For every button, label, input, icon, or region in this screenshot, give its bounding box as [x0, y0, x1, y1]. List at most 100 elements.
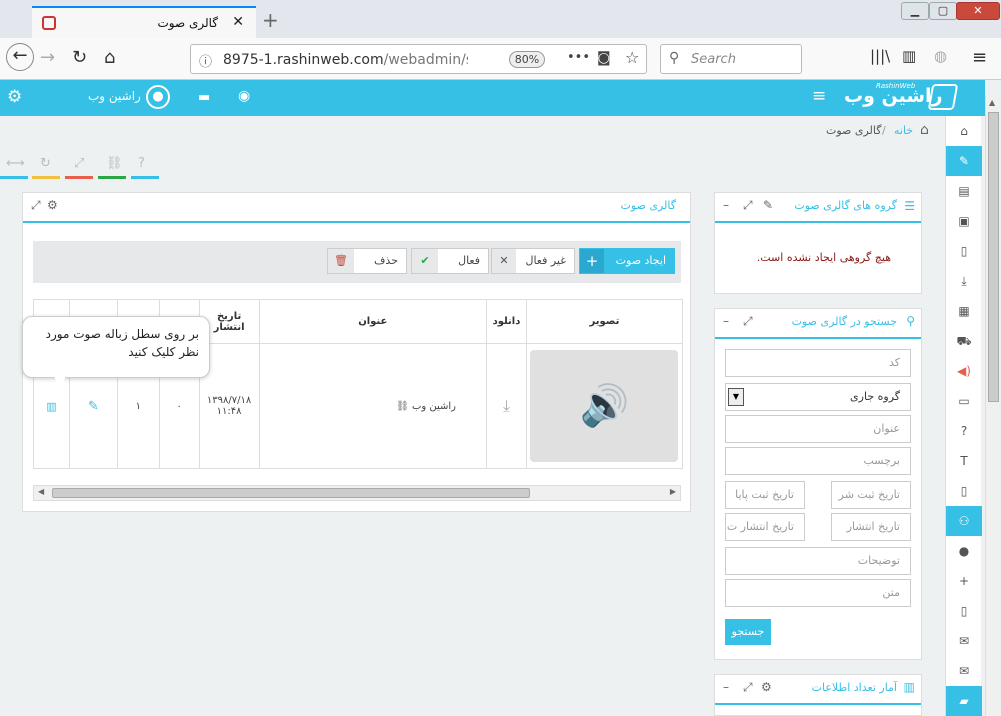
tab-underline-blue [0, 176, 28, 179]
window-close-button[interactable]: ✕ [956, 2, 1000, 20]
sidebar-text-icon[interactable]: T [946, 446, 982, 476]
publish-start-date-input[interactable]: تاریخ انتشار ش [831, 513, 911, 559]
breadcrumb-home-icon[interactable]: ⌂ [920, 122, 929, 138]
collapse-icon[interactable]: – [723, 314, 729, 328]
refresh-icon[interactable]: ↻ [40, 156, 51, 171]
user-avatar-icon[interactable]: ● [146, 85, 170, 109]
code-input[interactable]: کد [725, 349, 911, 377]
sidebar-icon[interactable]: ▥ [902, 47, 916, 65]
sidebar-home-icon[interactable]: ⌂ [946, 116, 982, 146]
expand-icon[interactable]: ⤢ [31, 198, 41, 213]
sidebar-users-icon[interactable]: ⚇ [946, 506, 982, 536]
scroll-up-icon: ▲ [989, 98, 996, 107]
back-icon[interactable]: ← [6, 43, 34, 71]
app-header: ⚙ راشین وب ● ▬ ◉ ≡ راشین وب RashinWeb [0, 80, 985, 116]
sidebar-file-icon[interactable]: ▯ [946, 236, 982, 266]
link-icon: ⛓ [396, 400, 409, 412]
horizontal-scrollbar[interactable]: ◀ ▶ [33, 485, 681, 501]
sidebar-chat-icon[interactable]: ✉ [946, 626, 982, 656]
sidebar-cart-icon[interactable]: ⛟ [946, 326, 982, 356]
info-icon[interactable]: ⓘ [199, 51, 212, 70]
panel-settings-icon[interactable]: ⚙ [761, 680, 772, 694]
scroll-left-icon: ◀ [38, 487, 45, 496]
expand-icon[interactable]: ⤢ [743, 314, 753, 329]
publish-end-date-input[interactable]: تاریخ انتشار ت [725, 513, 805, 541]
logo-subtext: RashinWeb [876, 82, 916, 90]
sidebar-folder-icon[interactable]: ▰ [946, 686, 982, 716]
sidebar-mobile-icon[interactable]: ▯ [946, 596, 982, 626]
user-name[interactable]: راشین وب [88, 89, 141, 103]
website-globe-icon[interactable]: ◉ [238, 88, 250, 104]
trash-icon[interactable]: ▥ [46, 400, 56, 413]
expand-icon[interactable]: ⤢ [743, 198, 753, 213]
pocket-icon[interactable]: ◙ [597, 50, 611, 66]
bookmark-star-icon[interactable]: ☆ [625, 48, 639, 67]
row-title[interactable]: راشین وب ⛓ [258, 343, 488, 469]
register-start-date-input[interactable]: تاریخ ثبت شر [831, 481, 911, 509]
zoom-level[interactable]: 80% [509, 51, 545, 68]
register-end-date-input[interactable]: تاریخ ثبت پایا [725, 481, 805, 509]
download-icon: ⤓ [502, 396, 511, 415]
edit-icon[interactable]: ✎ [763, 198, 773, 212]
page-scrollbar[interactable]: ▲ [985, 96, 1001, 716]
page-actions-icon[interactable]: ••• [567, 50, 590, 65]
edit-pencil-icon[interactable]: ✎ [88, 399, 99, 414]
globe-icon[interactable]: ◍ [934, 47, 947, 65]
sidebar-monitor-icon[interactable]: ▭ [946, 386, 982, 416]
group-select[interactable]: گروه جاری ▼ [725, 383, 911, 411]
browser-search-bar[interactable]: ⚲ Search [660, 44, 802, 74]
row-download[interactable]: ⤓ [486, 343, 527, 469]
search-button[interactable]: جستجو [725, 619, 771, 645]
sidebar-download-icon[interactable]: ⤓ [946, 266, 982, 296]
sidebar-add-user-icon[interactable]: + [946, 566, 982, 596]
hamburger-menu-icon[interactable]: ≡ [812, 86, 826, 106]
sidebar-film-icon[interactable]: ▦ [946, 296, 982, 326]
settings-gear-icon[interactable]: ⚙ [7, 87, 22, 107]
sidebar-image-icon[interactable]: ▣ [946, 206, 982, 236]
collapse-icon[interactable]: – [723, 680, 729, 694]
new-tab-button[interactable]: + [262, 8, 279, 32]
browser-menu-icon[interactable]: ≡ [972, 47, 987, 68]
breadcrumb-separator: / [882, 124, 886, 137]
panel-title: جستجو در گالری صوت [791, 315, 897, 328]
panel-title: گروه های گالری صوت [794, 199, 897, 212]
library-icon[interactable]: |||\ [870, 47, 890, 65]
breadcrumb-home-link[interactable]: خانه [894, 124, 913, 137]
activate-button[interactable]: فعال ✔ [411, 248, 489, 274]
maximize-button[interactable]: ▢ [929, 2, 957, 20]
resize-horizontal-icon[interactable]: ⟷ [6, 156, 25, 171]
sidebar-page-icon[interactable]: ▯ [946, 476, 982, 506]
sidebar-mail-icon[interactable]: ✉ [946, 656, 982, 686]
panel-settings-icon[interactable]: ⚙ [47, 198, 58, 212]
sidebar-audio-icon[interactable]: ◀) [946, 356, 982, 386]
sidebar-user-icon[interactable]: ● [946, 536, 982, 566]
link-icon[interactable]: ⛓ [106, 156, 123, 171]
tag-input[interactable]: برچسب [725, 447, 911, 475]
title-input[interactable]: عنوان [725, 415, 911, 443]
expand-icon[interactable]: ⤢ [743, 680, 753, 695]
url-bar[interactable]: ⓘ 8975-1.rashinweb.com/webadmin/sounc 80… [190, 44, 647, 74]
fullscreen-icon[interactable]: ⤢ [74, 156, 84, 171]
sidebar-news-icon[interactable]: ▤ [946, 176, 982, 206]
help-icon[interactable]: ? [138, 156, 145, 171]
minimize-button[interactable]: ▁ [901, 2, 929, 20]
card-icon[interactable]: ▬ [198, 90, 210, 105]
panel-accent-line [715, 337, 921, 339]
browser-tab[interactable]: گالری صوت ✕ [32, 6, 256, 38]
sidebar-edit-icon[interactable]: ✎ [946, 146, 982, 176]
description-input[interactable]: توضیحات [725, 547, 911, 575]
scrollbar-thumb[interactable] [988, 112, 999, 402]
delete-button[interactable]: حذف 🗑 [327, 248, 407, 274]
collapse-icon[interactable]: – [723, 198, 729, 212]
speaker-icon: 🔊 [530, 350, 679, 462]
text-input[interactable]: متن [725, 579, 911, 607]
home-icon[interactable]: ⌂ [104, 47, 115, 68]
forward-icon[interactable]: → [40, 47, 55, 68]
row-image: 🔊 [525, 343, 684, 469]
close-tab-icon[interactable]: ✕ [232, 14, 244, 30]
reload-icon[interactable]: ↻ [72, 47, 87, 68]
deactivate-button[interactable]: غیر فعال ✕ [491, 248, 575, 274]
create-audio-button[interactable]: ایجاد صوت + [579, 248, 675, 274]
scrollbar-thumb[interactable] [52, 488, 530, 498]
sidebar-question-icon[interactable]: ? [946, 416, 982, 446]
